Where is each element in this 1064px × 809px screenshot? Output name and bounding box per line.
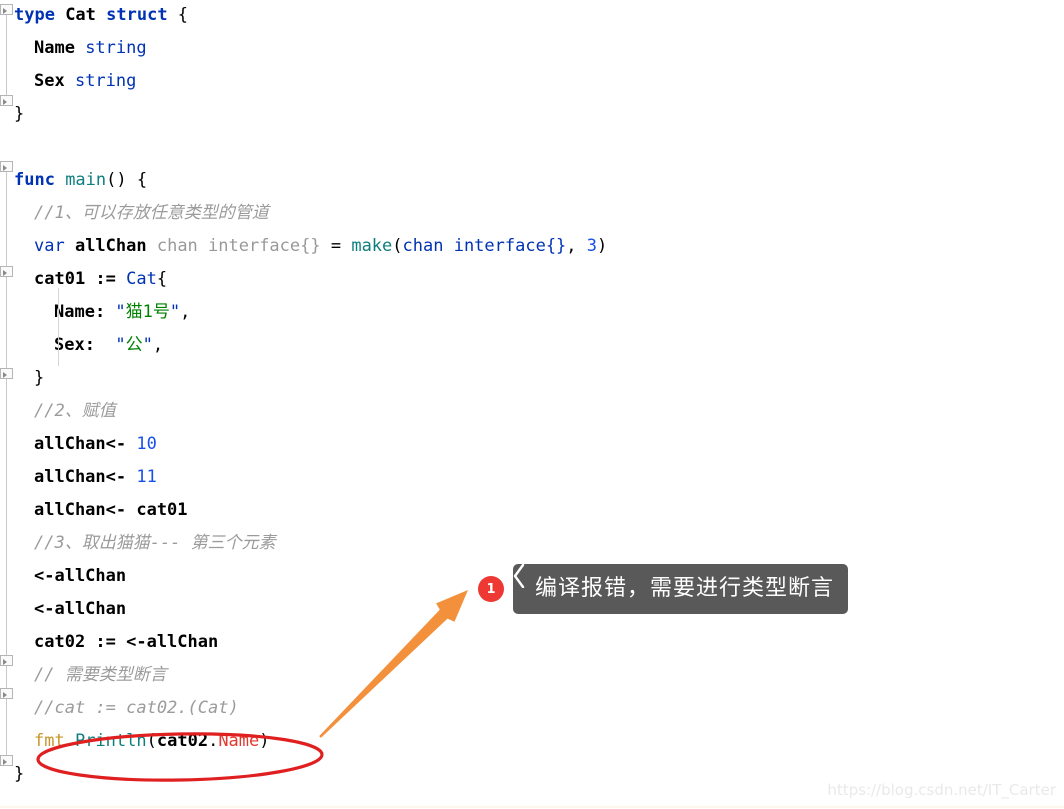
code-line[interactable]: //3、取出猫猫--- 第三个元素 — [34, 528, 276, 558]
code-line[interactable]: <-allChan — [34, 594, 126, 624]
code-token: { — [156, 269, 168, 289]
code-token: //1、可以存放任意类型的管道 — [34, 203, 269, 223]
fold-toggle-icon[interactable] — [0, 368, 13, 379]
code-line[interactable]: type Cat struct { — [14, 0, 188, 30]
code-line[interactable]: //1、可以存放任意类型的管道 — [34, 198, 269, 228]
fold-rail — [6, 10, 7, 96]
fold-rail — [6, 172, 7, 760]
indent-guide — [58, 288, 59, 366]
code-line[interactable]: fmt.Println(cat02.Name) — [34, 726, 270, 756]
code-line[interactable]: } — [14, 99, 24, 129]
code-line[interactable]: cat02 := <-allChan — [34, 627, 218, 657]
code-token: string — [85, 38, 147, 58]
fold-toggle-icon[interactable] — [0, 755, 13, 766]
code-token: 公 — [125, 335, 143, 355]
code-token: } — [34, 368, 45, 388]
code-token: ( — [146, 731, 157, 751]
code-token: Sex — [34, 71, 75, 91]
bottom-rule — [0, 806, 1064, 808]
code-token: <-allChan — [34, 566, 127, 586]
code-token: type — [14, 5, 66, 25]
code-line[interactable]: cat01 := Cat{ — [34, 264, 167, 294]
code-token: } — [14, 764, 25, 784]
code-token: 3 — [586, 236, 598, 256]
code-token: Name — [218, 731, 260, 751]
code-token: allChan<- — [34, 434, 137, 454]
code-token: " — [115, 302, 126, 322]
code-line[interactable]: //2、赋值 — [34, 396, 116, 426]
fold-rail — [6, 272, 7, 368]
code-token: " — [115, 335, 126, 355]
code-token: cat02 := <-allChan — [34, 632, 219, 652]
code-token: } — [14, 104, 25, 124]
code-line[interactable]: Sex: "公", — [54, 330, 163, 360]
code-line[interactable]: var allChan chan interface{} = make(chan… — [34, 231, 607, 261]
code-token: //2、赋值 — [34, 401, 116, 421]
code-token: ( — [392, 236, 403, 256]
code-token: " — [142, 335, 153, 355]
watermark: https://blog.csdn.net/IT_Carter — [827, 781, 1056, 799]
code-token: //cat := cat02.(Cat) — [34, 698, 239, 718]
code-line[interactable]: Name string — [34, 33, 147, 63]
fold-toggle-icon[interactable] — [0, 688, 13, 699]
code-token: cat02 — [156, 731, 209, 751]
code-token: var — [34, 236, 75, 256]
code-token: //3、取出猫猫--- 第三个元素 — [34, 533, 276, 553]
code-token: " — [169, 302, 181, 322]
code-line[interactable]: allChan<- 11 — [34, 462, 157, 492]
code-token: 猫1号 — [125, 302, 170, 322]
code-line[interactable]: allChan<- 10 — [34, 429, 157, 459]
code-token: 11 — [136, 467, 157, 487]
code-token: make — [351, 236, 393, 256]
code-token: func — [14, 170, 66, 190]
code-token: allChan<- — [34, 467, 137, 487]
code-token: . — [64, 731, 75, 751]
editor-gutter[interactable] — [0, 0, 14, 809]
code-token: , — [180, 302, 191, 322]
code-token: // 需要类型断言 — [34, 665, 167, 685]
code-token: cat01 := — [34, 269, 127, 289]
code-token: Name: — [54, 302, 116, 322]
fold-toggle-icon[interactable] — [0, 266, 13, 277]
code-line[interactable]: allChan<- cat01 — [34, 495, 188, 525]
code-token: chan interface{} — [402, 236, 567, 256]
fold-toggle-icon[interactable] — [0, 161, 13, 172]
code-token: { — [177, 5, 189, 25]
code-line[interactable]: //cat := cat02.(Cat) — [34, 693, 239, 723]
code-token: ) — [259, 731, 270, 751]
code-token: allChan — [74, 236, 157, 256]
code-line[interactable]: <-allChan — [34, 561, 126, 591]
code-token: Name — [34, 38, 86, 58]
code-token: 10 — [136, 434, 157, 454]
code-token: Println — [74, 731, 147, 751]
code-token: chan interface{} — [156, 236, 331, 256]
code-line[interactable]: Name: "猫1号", — [54, 297, 190, 327]
code-token: Cat — [126, 269, 157, 289]
code-token: Sex: — [54, 335, 116, 355]
code-token: ) — [597, 236, 608, 256]
fold-toggle-icon[interactable] — [0, 4, 13, 15]
code-token: main — [65, 170, 107, 190]
code-line[interactable]: } — [14, 759, 24, 789]
fold-toggle-icon[interactable] — [0, 655, 13, 666]
code-line[interactable]: // 需要类型断言 — [34, 660, 167, 690]
code-token: <-allChan — [34, 599, 127, 619]
code-line[interactable]: Sex string — [34, 66, 136, 96]
code-token: , — [152, 335, 164, 355]
code-token: fmt — [34, 731, 65, 751]
code-token: , — [566, 236, 587, 256]
code-token: allChan<- cat01 — [34, 500, 188, 520]
code-token: . — [208, 731, 219, 751]
code-line[interactable]: } — [34, 363, 44, 393]
code-token: string — [74, 71, 137, 91]
fold-toggle-icon[interactable] — [0, 95, 13, 106]
code-token: Cat — [65, 5, 107, 25]
code-editor[interactable]: type Cat struct {Name string Sex string} f… — [0, 0, 1064, 809]
code-token: = — [330, 236, 352, 256]
code-token: () { — [106, 170, 148, 190]
code-token: struct — [106, 5, 178, 25]
code-line[interactable]: func main() { — [14, 165, 147, 195]
